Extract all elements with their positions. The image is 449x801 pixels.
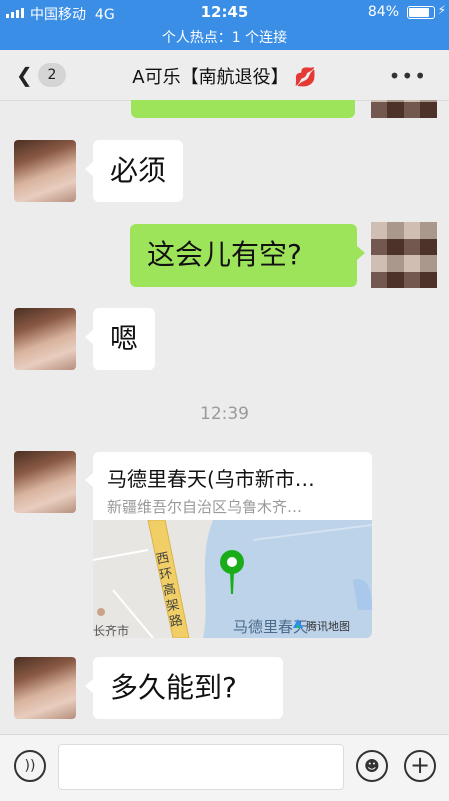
message-bubble-sent[interactable]: 这会儿有空? <box>130 224 357 287</box>
self-avatar[interactable] <box>371 222 437 288</box>
more-dots-icon[interactable]: ••• <box>389 64 427 88</box>
message-text: 这会儿有空? <box>147 238 302 271</box>
chat-header: ❮ 2 A可乐【南航退役】 💋 ••• <box>0 50 449 101</box>
charging-icon: ⚡ <box>437 3 446 17</box>
message-bubble-previous[interactable] <box>131 100 355 118</box>
battery-percent: 84% <box>367 4 399 20</box>
message-input[interactable] <box>58 744 344 790</box>
message-text: 必须 <box>110 154 167 187</box>
message-bubble-received[interactable]: 多久能到? <box>93 657 283 719</box>
message-bubble-received[interactable]: 嗯 <box>93 308 155 370</box>
message-text: 嗯 <box>110 322 139 355</box>
message-text: 多久能到? <box>110 671 237 704</box>
battery-icon <box>407 6 435 19</box>
contact-avatar[interactable] <box>14 308 76 370</box>
chat-title: A可乐【南航退役】 💋 <box>0 63 449 89</box>
message-bubble-received[interactable]: 必须 <box>93 140 183 202</box>
lips-icon: 💋 <box>294 67 317 88</box>
message-list[interactable]: 必须 这会儿有空? 嗯 12:39 马德里春天(乌市新市… 新疆维吾尔自治区乌鲁… <box>0 100 449 734</box>
hotspot-status: 个人热点：1 个连接 <box>161 30 288 46</box>
map-credit: 腾讯地图 <box>306 620 350 633</box>
contact-name: A可乐【南航退役】 <box>132 67 289 88</box>
message-timestamp: 12:39 <box>200 404 249 424</box>
self-avatar[interactable] <box>371 100 437 118</box>
tencent-map-logo-icon <box>293 619 303 628</box>
contact-avatar[interactable] <box>14 451 76 513</box>
location-address: 新疆维吾尔自治区乌鲁木齐… <box>107 498 303 516</box>
contact-avatar[interactable] <box>14 140 76 202</box>
input-bar: )) ☻ + <box>0 734 449 801</box>
emoji-icon[interactable]: ☻ <box>356 750 388 782</box>
location-name: 马德里春天(乌市新市… <box>107 467 315 491</box>
voice-icon[interactable]: )) <box>14 750 46 782</box>
location-card[interactable]: 马德里春天(乌市新市… 新疆维吾尔自治区乌鲁木齐… 西环高架路 马德里春天 腾讯… <box>93 452 372 638</box>
map-side-label: 长齐市 <box>93 624 130 638</box>
plus-icon[interactable]: + <box>404 750 436 782</box>
contact-avatar[interactable] <box>14 657 76 719</box>
status-bar: 中国移动 4G 12:45 84% ⚡ 个人热点：1 个连接 <box>0 0 449 50</box>
map-preview[interactable]: 西环高架路 马德里春天 腾讯地图 长齐市 <box>93 520 372 638</box>
